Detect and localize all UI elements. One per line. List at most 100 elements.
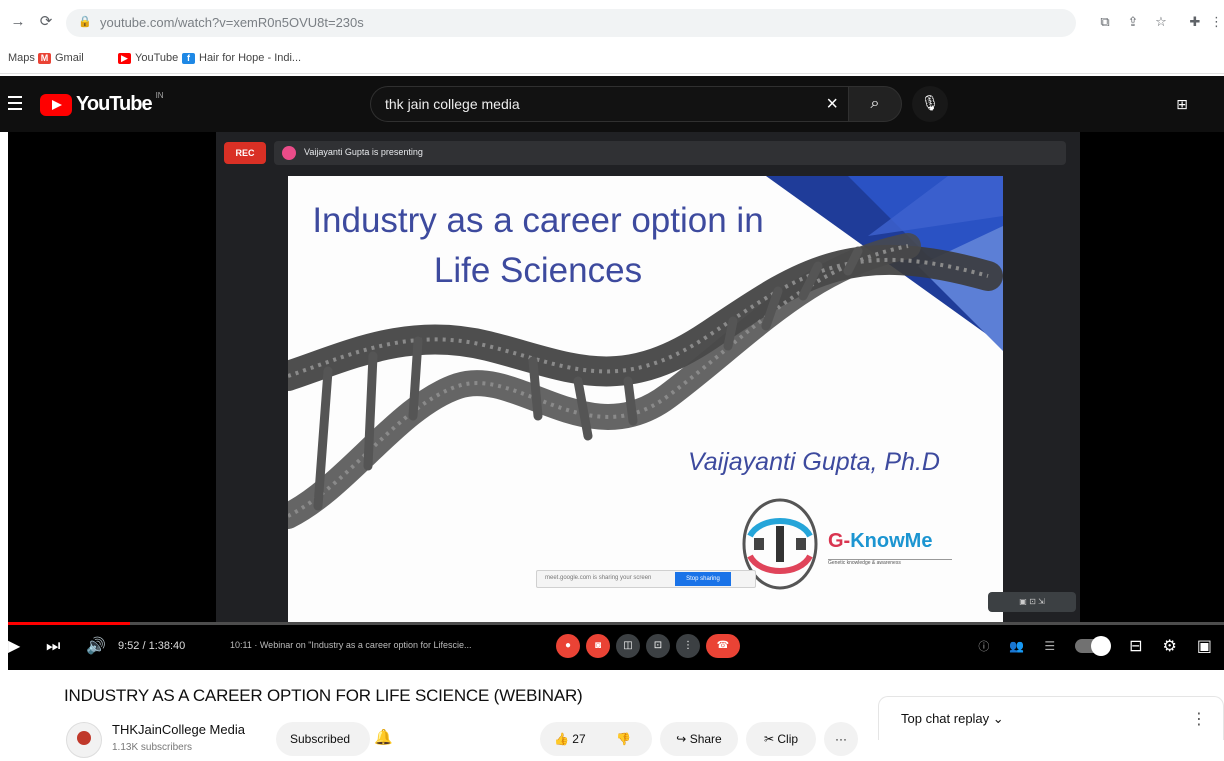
bookmark-gmail[interactable]: M Gmail xyxy=(38,52,84,64)
mic-off-icon: ● xyxy=(556,634,580,658)
chat-mode-label: Top chat replay xyxy=(901,711,990,726)
menu-icon[interactable] xyxy=(8,96,22,110)
clip-label: Clip xyxy=(777,732,799,746)
reload-icon[interactable]: ⟳ xyxy=(36,12,56,32)
youtube-icon: ▶ xyxy=(118,52,131,64)
share-notice-text: meet.google.com is sharing your screen xyxy=(545,575,652,581)
gmail-icon: M xyxy=(38,52,51,64)
bookmark-star-icon[interactable]: ☆ xyxy=(1152,13,1170,31)
thumbs-down-icon: 👎 xyxy=(616,732,631,746)
address-bar[interactable]: 🔒 youtube.com/watch?v=xemR0n5OVU8t=230s xyxy=(66,9,1076,37)
youtube-logo[interactable]: YouTube IN xyxy=(40,91,164,116)
notification-bell-icon[interactable]: 🔔 xyxy=(374,728,393,748)
share-button[interactable]: ↪ Share xyxy=(660,722,738,756)
bookmark-label: Hair for Hope - Indi... xyxy=(199,52,302,64)
presenter-avatar xyxy=(282,146,296,160)
forward-icon[interactable]: → xyxy=(8,12,28,32)
voice-search-button[interactable]: 🎙 xyxy=(912,86,948,122)
presenter-name: Vaijayanti Gupta, Ph.D xyxy=(688,448,940,476)
meet-view-controls: ▣ ⊡ ⇲ xyxy=(988,592,1076,612)
stop-sharing-button: Stop sharing xyxy=(675,572,731,586)
g-knowme-wordmark: G-KnowMe xyxy=(828,530,932,553)
logo-region: IN xyxy=(155,91,164,100)
autoplay-toggle[interactable] xyxy=(1075,636,1112,656)
youtube-header: YouTube IN thk jain college media × ⌕ 🎙 … xyxy=(0,76,1224,132)
miniplayer-icon[interactable]: ▣ xyxy=(1197,636,1212,656)
bookmark-hair-for-hope[interactable]: f Hair for Hope - Indi... xyxy=(182,52,301,64)
logo-g: G- xyxy=(828,530,851,552)
meet-recording: REC Vaijayanti Gupta is presenting Indus… xyxy=(216,132,1080,622)
meet-info-icon: ⓘ xyxy=(978,641,990,653)
captions-meet-icon: ◫ xyxy=(616,634,640,658)
progress-bar[interactable] xyxy=(8,622,1224,625)
video-details: INDUSTRY AS A CAREER OPTION FOR LIFE SCI… xyxy=(0,670,1224,761)
channel-avatar[interactable] xyxy=(66,722,102,758)
slide-title: Industry as a career option in Life Scie… xyxy=(288,196,788,296)
dislike-button[interactable]: 👎 xyxy=(616,722,631,756)
meet-chat-icon: ☰ xyxy=(1044,639,1056,653)
like-count: 27 xyxy=(572,732,586,746)
chevron-down-icon: ⌄ xyxy=(992,711,1004,726)
url-text: youtube.com/watch?v=xemR0n5OVU8t=230s xyxy=(100,15,364,30)
bookmark-label: Maps xyxy=(8,52,35,64)
slide-title-line-1: Industry as a career option in xyxy=(312,201,764,240)
player-right-controls: ⓘ 👥 ☰ ⊟ ⚙ ▣ xyxy=(978,636,1212,656)
logo-knowme: KnowMe xyxy=(850,530,933,552)
meet-people-icon: 👥 xyxy=(1009,639,1025,653)
install-app-icon[interactable]: ⧉ xyxy=(1096,13,1114,31)
camera-off-icon: ◙ xyxy=(586,634,610,658)
thumbs-up-icon: 👍 xyxy=(554,732,569,746)
share-label: Share xyxy=(689,732,722,746)
chapter-title[interactable]: 10:11 · Webinar on "Industry as a career… xyxy=(230,640,472,650)
subscribed-button[interactable]: Subscribed xyxy=(276,722,370,756)
subtitles-icon[interactable]: ⊟ xyxy=(1129,636,1142,656)
volume-icon[interactable]: 🔊 xyxy=(86,636,106,658)
end-call-icon: ☎ xyxy=(706,634,740,658)
chat-mode-select[interactable]: Top chat replay ⌄ xyxy=(901,711,1004,727)
lock-icon: 🔒 xyxy=(78,16,92,28)
create-video-icon[interactable]: ⊞ xyxy=(1172,94,1192,114)
youtube-play-icon xyxy=(40,93,72,116)
rec-badge: REC xyxy=(224,142,266,164)
logo-text: YouTube xyxy=(76,93,153,115)
chat-more-icon[interactable]: ⋮ xyxy=(1191,709,1207,729)
facebook-icon: f xyxy=(182,52,195,64)
more-options-icon: ⋮ xyxy=(676,634,700,658)
clip-button[interactable]: ✂ Clip xyxy=(746,722,816,756)
video-player[interactable]: REC Vaijayanti Gupta is presenting Indus… xyxy=(8,132,1224,670)
live-chat-replay: Top chat replay ⌄ ⋮ xyxy=(878,696,1224,740)
time-display: 9:52 / 1:38:40 xyxy=(118,640,186,652)
presenting-bar: Vaijayanti Gupta is presenting xyxy=(274,141,1066,165)
bookmark-youtube[interactable]: ▶ YouTube xyxy=(118,52,178,64)
slide-title-line-2: Life Sciences xyxy=(433,251,643,290)
screen-share-notice: meet.google.com is sharing your screen S… xyxy=(536,570,756,588)
progress-played xyxy=(8,622,130,625)
search-button[interactable]: ⌕ xyxy=(848,86,902,122)
logo-tagline: Genetic knowledge & awareness xyxy=(828,559,952,569)
present-icon: ⊡ xyxy=(646,634,670,658)
presenting-text: Vaijayanti Gupta is presenting xyxy=(304,147,423,157)
presentation-slide: Industry as a career option in Life Scie… xyxy=(288,176,1003,622)
like-button[interactable]: 👍 27 xyxy=(554,732,586,746)
video-title: INDUSTRY AS A CAREER OPTION FOR LIFE SCI… xyxy=(64,686,583,705)
search-input[interactable]: thk jain college media × xyxy=(370,86,850,122)
search-query: thk jain college media xyxy=(385,96,520,112)
more-actions-button[interactable]: ··· xyxy=(824,722,858,756)
share-icon: ↪ xyxy=(676,732,687,746)
extensions-icon[interactable]: ✚ xyxy=(1186,13,1204,31)
player-controls: ▶ ⏭ 🔊 9:52 / 1:38:40 10:11 · Webinar on … xyxy=(8,626,1224,670)
subscriber-count: 1.13K subscribers xyxy=(112,742,193,753)
meet-call-controls: ● ◙ ◫ ⊡ ⋮ ☎ xyxy=(556,634,740,658)
share-page-icon[interactable]: ⇪ xyxy=(1124,13,1142,31)
bookmark-maps[interactable]: Maps xyxy=(8,52,35,64)
scissors-icon: ✂ xyxy=(763,732,775,746)
like-dislike-group: 👍 27 👎 xyxy=(540,722,652,756)
clear-search-icon[interactable]: × xyxy=(826,93,838,116)
search-icon: ⌕ xyxy=(870,95,880,112)
settings-gear-icon[interactable]: ⚙ xyxy=(1163,636,1177,656)
menu-dots-icon[interactable]: ⋮ xyxy=(1210,13,1223,31)
channel-name[interactable]: THKJainCollege Media xyxy=(112,722,245,737)
next-icon[interactable]: ⏭ xyxy=(46,636,60,658)
bookmarks-bar: Maps M Gmail ▶ YouTube f Hair for Hope - In… xyxy=(0,44,1224,74)
play-icon[interactable]: ▶ xyxy=(8,636,20,658)
